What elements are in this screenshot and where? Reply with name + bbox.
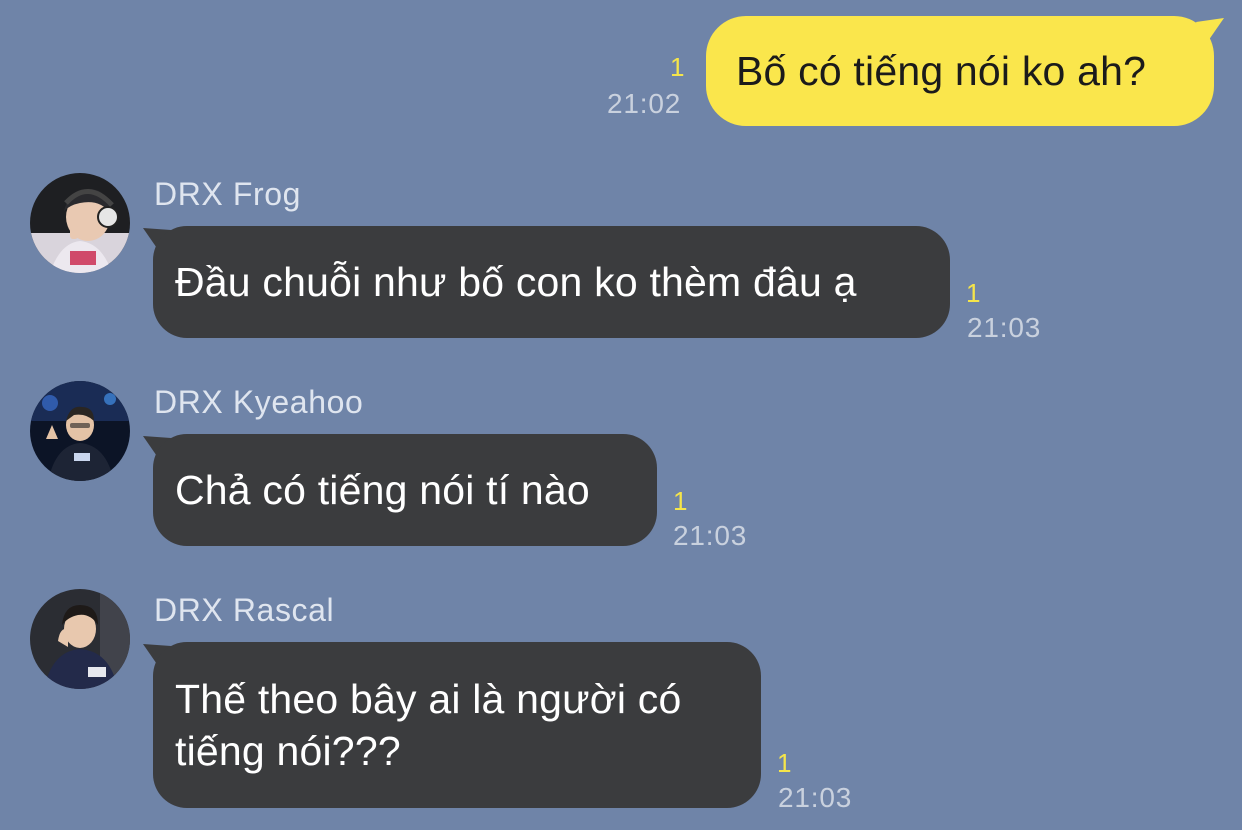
unread-count: 1	[777, 748, 792, 778]
sender-name: DRX Frog	[154, 176, 302, 212]
avatar-photo	[30, 173, 130, 273]
message-text: Chả có tiếng nói tí nào	[175, 467, 590, 513]
avatar-photo	[30, 381, 130, 481]
avatar-drx-rascal[interactable]	[30, 589, 130, 689]
incoming-message-bubble[interactable]: Thế theo bây ai là người có tiếng nói???	[153, 642, 761, 808]
incoming-message-bubble[interactable]: Đầu chuỗi như bố con ko thèm đâu ạ	[153, 226, 950, 338]
message-text: Đầu chuỗi như bố con ko thèm đâu ạ	[175, 259, 857, 305]
message-text-line: Thế theo bây ai là người có	[175, 676, 682, 722]
unread-count: 1	[673, 486, 688, 516]
message-time: 21:02	[607, 88, 682, 119]
sender-name: DRX Kyeahoo	[154, 384, 364, 420]
outgoing-message-bubble[interactable]: Bố có tiếng nói ko ah?	[706, 16, 1214, 126]
avatar-drx-kyeahoo[interactable]	[30, 381, 130, 481]
avatar-drx-frog[interactable]	[30, 173, 130, 273]
message-text: Thế theo bây ai là người có tiếng nói???	[175, 673, 681, 777]
message-text-line: tiếng nói???	[175, 728, 401, 774]
message-text: Bố có tiếng nói ko ah?	[736, 47, 1147, 94]
message-time: 21:03	[673, 520, 748, 551]
message-time: 21:03	[778, 782, 853, 813]
incoming-message-bubble[interactable]: Chả có tiếng nói tí nào	[153, 434, 657, 546]
message-time: 21:03	[967, 312, 1042, 343]
sender-name: DRX Rascal	[154, 592, 335, 628]
unread-count: 1	[670, 52, 685, 82]
unread-count: 1	[966, 278, 981, 308]
avatar-photo	[30, 589, 130, 689]
